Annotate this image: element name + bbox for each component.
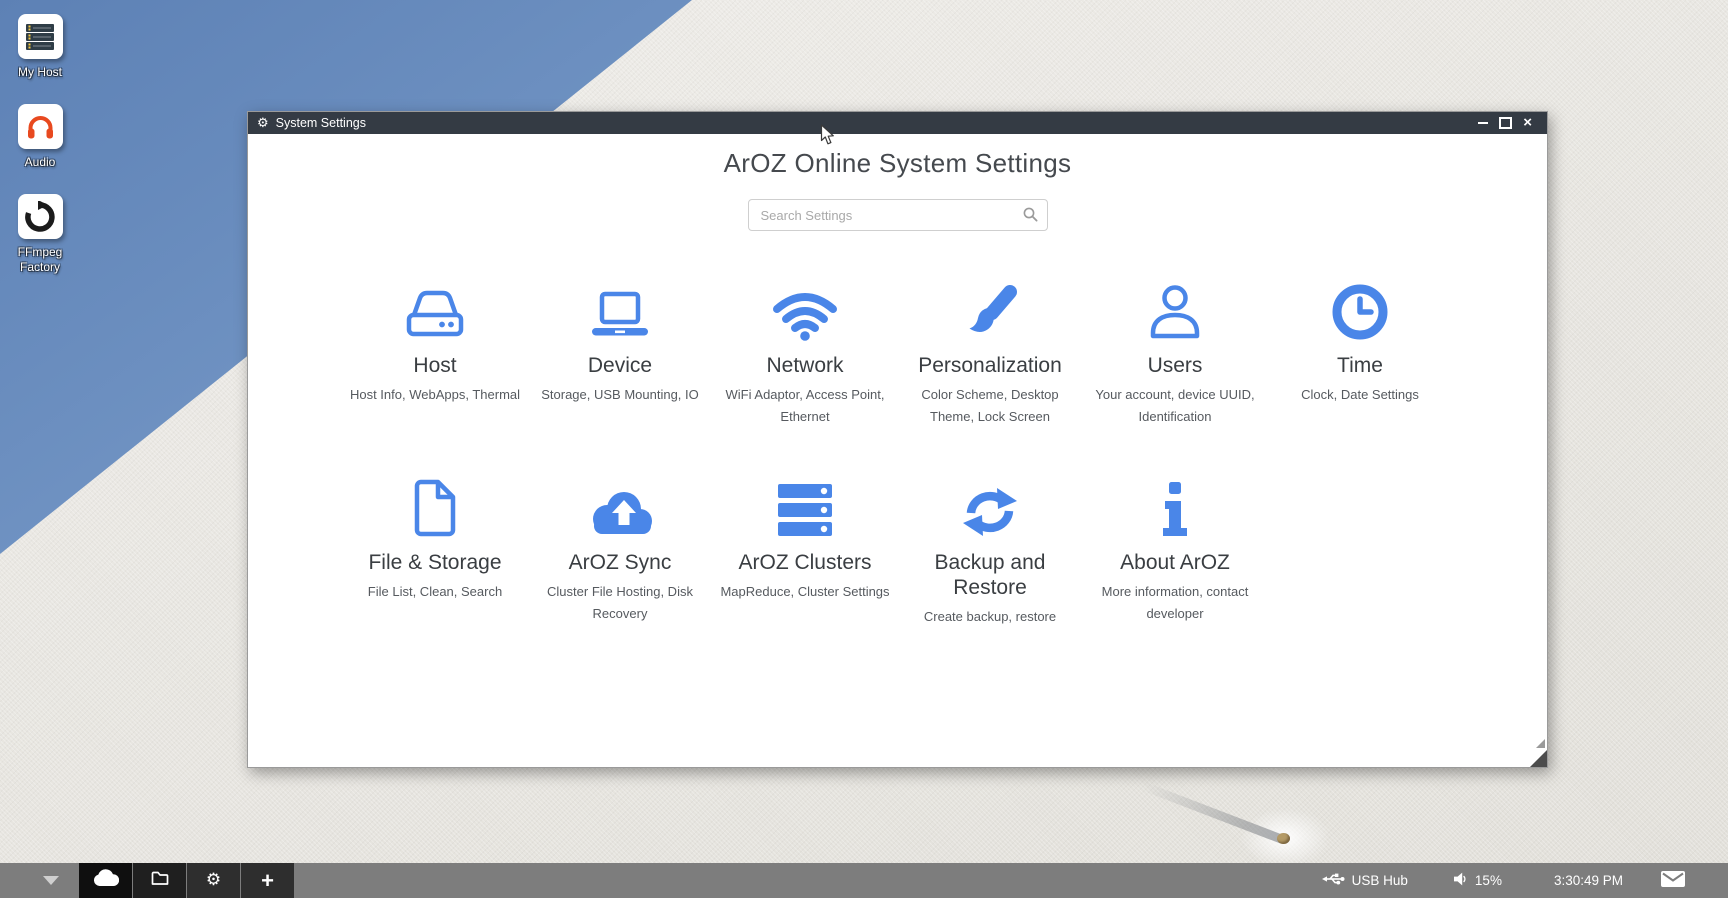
- settings-tile-users[interactable]: Users Your account, device UUID, Identif…: [1083, 277, 1268, 428]
- desktop-icon-label: My Host: [2, 65, 78, 80]
- folder-icon: [151, 871, 169, 891]
- close-icon: ×: [1523, 116, 1532, 130]
- tray-messages[interactable]: [1661, 871, 1685, 890]
- cloud-upload-icon: [528, 474, 713, 538]
- envelope-icon: [1661, 871, 1685, 890]
- file-icon: [343, 474, 528, 538]
- tile-title: Time: [1268, 353, 1453, 378]
- taskbar-button-add[interactable]: +: [241, 863, 294, 898]
- taskbar-button-settings[interactable]: ⚙: [187, 863, 240, 898]
- window-titlebar[interactable]: ⚙ System Settings ×: [248, 112, 1547, 134]
- settings-tile-about-aroz[interactable]: About ArOZ More information, contact dev…: [1083, 474, 1268, 628]
- maximize-button[interactable]: [1499, 116, 1512, 130]
- system-settings-window: ⚙ System Settings × ArOZ Online System S…: [247, 111, 1548, 768]
- tray-clock: 3:30:49 PM: [1554, 873, 1623, 888]
- tile-title: Backup and Restore: [898, 550, 1083, 600]
- tile-subtitle: MapReduce, Cluster Settings: [713, 581, 898, 603]
- desktop-icon-ffmpeg-factory[interactable]: FFmpeg Factory: [2, 194, 78, 275]
- chevron-down-icon[interactable]: [43, 876, 59, 885]
- paintbrush-icon: [898, 277, 1083, 341]
- headphones-icon: [18, 104, 63, 149]
- tile-subtitle: WiFi Adaptor, Access Point, Ethernet: [713, 384, 898, 428]
- tile-subtitle: More information, contact developer: [1083, 581, 1268, 625]
- gear-icon: ⚙: [257, 117, 269, 130]
- clock-icon: [1268, 277, 1453, 341]
- settings-tile-host[interactable]: Host Host Info, WebApps, Thermal: [343, 277, 528, 428]
- wall-pipe-stub: [1277, 833, 1290, 844]
- settings-tile-personalization[interactable]: Personalization Color Scheme, Desktop Th…: [898, 277, 1083, 428]
- desktop-icon-label: FFmpeg Factory: [2, 245, 78, 275]
- close-button[interactable]: ×: [1523, 116, 1532, 130]
- taskbar: ⚙ + USB Hub: [0, 863, 1728, 898]
- tile-title: Users: [1083, 353, 1268, 378]
- tile-title: File & Storage: [343, 550, 528, 575]
- tile-subtitle: Cluster File Hosting, Disk Recovery: [528, 581, 713, 625]
- tray-clock-label: 3:30:49 PM: [1554, 873, 1623, 888]
- wifi-icon: [713, 277, 898, 341]
- taskbar-button-file-manager[interactable]: [133, 863, 186, 898]
- tile-subtitle: Create backup, restore: [898, 606, 1083, 628]
- refresh-icon: [898, 474, 1083, 538]
- tray-volume-percent: 15%: [1475, 873, 1502, 888]
- user-icon: [1083, 277, 1268, 341]
- search-icon: [1023, 207, 1038, 227]
- tray-volume[interactable]: 15%: [1454, 872, 1502, 889]
- window-body: ArOZ Online System Settings: [248, 134, 1547, 766]
- search-box: [748, 199, 1048, 231]
- tile-title: ArOZ Sync: [528, 550, 713, 575]
- plus-icon: +: [261, 871, 274, 891]
- window-resize-handle[interactable]: [1530, 750, 1547, 767]
- settings-tile-backup-restore[interactable]: Backup and Restore Create backup, restor…: [898, 474, 1083, 628]
- usb-icon: [1322, 872, 1352, 889]
- info-icon: [1083, 474, 1268, 538]
- speaker-icon: [1454, 872, 1475, 889]
- settings-tile-file-storage[interactable]: File & Storage File List, Clean, Search: [343, 474, 528, 628]
- laptop-icon: [528, 277, 713, 341]
- settings-tile-aroz-clusters[interactable]: ArOZ Clusters MapReduce, Cluster Setting…: [713, 474, 898, 628]
- settings-tile-time[interactable]: Time Clock, Date Settings: [1268, 277, 1453, 428]
- hard-drive-icon: [343, 277, 528, 341]
- tile-subtitle: Host Info, WebApps, Thermal: [343, 384, 528, 406]
- tile-subtitle: File List, Clean, Search: [343, 581, 528, 603]
- settings-tile-network[interactable]: Network WiFi Adaptor, Access Point, Ethe…: [713, 277, 898, 428]
- desktop-icon-column: My Host Audio FFmpeg Factory: [2, 14, 78, 299]
- desktop-icon-my-host[interactable]: My Host: [2, 14, 78, 80]
- search-input[interactable]: [748, 199, 1048, 231]
- tile-subtitle: Clock, Date Settings: [1268, 384, 1453, 406]
- system-tray: USB Hub 15% 3:30:49 PM: [1322, 863, 1728, 898]
- settings-tile-aroz-sync[interactable]: ArOZ Sync Cluster File Hosting, Disk Rec…: [528, 474, 713, 628]
- tile-title: Device: [528, 353, 713, 378]
- server-stack-icon: [713, 474, 898, 538]
- window-title: System Settings: [276, 116, 366, 130]
- settings-tile-device[interactable]: Device Storage, USB Mounting, IO: [528, 277, 713, 428]
- tile-title: Host: [343, 353, 528, 378]
- minimize-button[interactable]: [1478, 116, 1488, 130]
- cloud-icon: [93, 869, 119, 892]
- tray-usb[interactable]: USB Hub: [1322, 872, 1408, 889]
- taskbar-button-cloud-desktop[interactable]: [79, 863, 132, 898]
- window-controls: ×: [1478, 116, 1538, 130]
- desktop-icon-label: Audio: [2, 155, 78, 170]
- tile-title: ArOZ Clusters: [713, 550, 898, 575]
- desktop-icon-audio[interactable]: Audio: [2, 104, 78, 170]
- tile-subtitle: Color Scheme, Desktop Theme, Lock Screen: [898, 384, 1083, 428]
- tile-subtitle: Storage, USB Mounting, IO: [528, 384, 713, 406]
- tile-title: Network: [713, 353, 898, 378]
- tray-usb-label: USB Hub: [1352, 873, 1408, 888]
- server-icon: [18, 14, 63, 59]
- gear-icon: ⚙: [206, 872, 221, 889]
- tile-subtitle: Your account, device UUID, Identificatio…: [1083, 384, 1268, 428]
- tile-title: Personalization: [898, 353, 1083, 378]
- page-title: ArOZ Online System Settings: [248, 148, 1547, 179]
- settings-grid: Host Host Info, WebApps, Thermal Device …: [343, 277, 1453, 674]
- circular-arrows-icon: [18, 194, 63, 239]
- tile-title: About ArOZ: [1083, 550, 1268, 575]
